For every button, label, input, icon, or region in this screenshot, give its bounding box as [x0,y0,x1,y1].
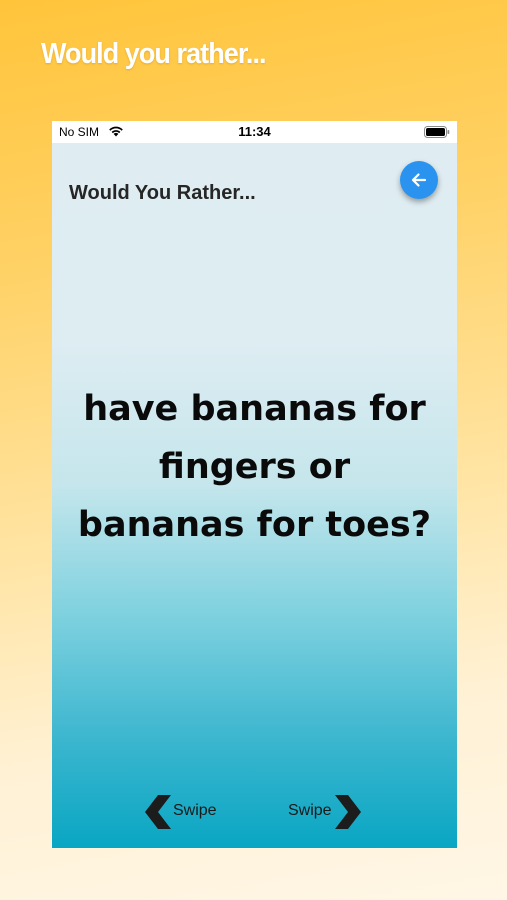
phone-screen: No SIM 11:34 Would You Rather... have ba… [52,121,457,848]
arrow-left-icon [411,173,427,187]
swipe-right-button[interactable]: Swipe [288,795,368,829]
question-text: have bananas for fingers or bananas for … [77,389,432,545]
swipe-right-label: Swipe [288,802,332,819]
chevron-left-icon [145,795,171,829]
clock: 11:34 [238,124,271,139]
swipe-left-button[interactable]: Swipe [145,795,225,829]
app-title: Would You Rather... [69,182,256,204]
battery-icon [424,126,450,138]
promo-title: Would you rather... [41,38,267,70]
status-bar: No SIM 11:34 [52,121,457,143]
swipe-left-label: Swipe [173,802,217,819]
chevron-right-icon [335,795,361,829]
back-button[interactable] [400,161,438,199]
